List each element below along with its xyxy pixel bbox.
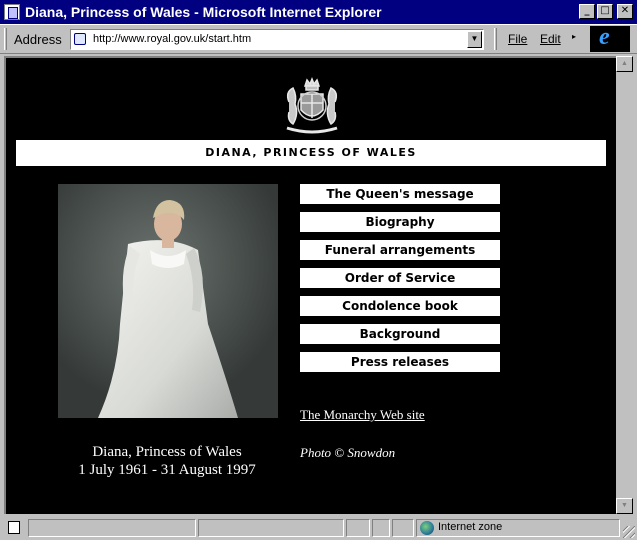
caption-dates: 1 July 1961 - 31 August 1997 <box>78 462 256 478</box>
internet-zone-icon <box>420 521 434 535</box>
scroll-down-button[interactable]: ▼ <box>616 498 633 514</box>
status-progress-panel <box>198 519 344 537</box>
menu-file[interactable]: File <box>508 32 527 46</box>
toolbar-grip[interactable] <box>4 28 7 50</box>
nav-condolence-book-button[interactable]: Condolence book <box>300 296 500 316</box>
status-text-panel <box>28 519 196 537</box>
page-banner: DIANA, PRINCESS OF WALES <box>16 140 606 166</box>
monarchy-website-link[interactable]: The Monarchy Web site <box>300 407 425 423</box>
maximize-button[interactable]: □ <box>597 4 613 19</box>
security-zone-panel[interactable]: Internet zone <box>416 519 620 537</box>
caption-name: Diana, Princess of Wales <box>92 444 242 460</box>
address-label: Address <box>14 32 62 47</box>
nav-order-of-service-button[interactable]: Order of Service <box>300 268 500 288</box>
resize-grip[interactable] <box>623 526 635 538</box>
menu-edit-label: Edit <box>540 32 561 46</box>
ie-logo-icon: e <box>590 24 630 52</box>
address-toolbar: Address http://www.royal.gov.uk/start.ht… <box>0 24 637 54</box>
menu-edit[interactable]: Edit <box>540 32 561 46</box>
page-icon <box>74 33 86 45</box>
address-field[interactable]: http://www.royal.gov.uk/start.htm ▼ <box>70 29 484 50</box>
status-panel <box>372 519 390 537</box>
nav-queens-message-button[interactable]: The Queen's message <box>300 184 500 204</box>
photo-credit: Photo © Snowdon <box>300 445 396 460</box>
menu-file-label: File <box>508 32 528 46</box>
window-controls: _ □ ✕ <box>577 4 633 19</box>
window-title: Diana, Princess of Wales - Microsoft Int… <box>25 4 382 20</box>
page-icon <box>8 521 20 534</box>
status-panel <box>346 519 370 537</box>
scroll-up-button[interactable]: ▲ <box>616 56 633 72</box>
minimize-button[interactable]: _ <box>579 4 595 19</box>
page-viewport: DIANA, PRINCESS OF WALES The Queen's mes… <box>4 56 616 514</box>
nav-background-button[interactable]: Background <box>300 324 500 344</box>
vertical-scrollbar[interactable]: ▲ ▼ <box>616 56 633 514</box>
title-bar[interactable]: Diana, Princess of Wales - Microsoft Int… <box>0 0 637 24</box>
security-zone-label: Internet zone <box>438 521 503 533</box>
status-bar: Internet zone <box>0 516 637 540</box>
status-panel <box>392 519 414 537</box>
royal-crest-icon <box>286 76 338 134</box>
page-icon[interactable] <box>4 4 20 20</box>
address-url[interactable]: http://www.royal.gov.uk/start.htm <box>93 33 251 45</box>
portrait-photo <box>58 184 278 418</box>
toolbar-grip[interactable] <box>494 28 497 50</box>
chevron-right-icon[interactable]: ▸ <box>572 32 576 41</box>
nav-press-releases-button[interactable]: Press releases <box>300 352 500 372</box>
address-dropdown-button[interactable]: ▼ <box>467 31 482 48</box>
close-button[interactable]: ✕ <box>617 4 633 19</box>
nav-biography-button[interactable]: Biography <box>300 212 500 232</box>
nav-funeral-arrangements-button[interactable]: Funeral arrangements <box>300 240 500 260</box>
